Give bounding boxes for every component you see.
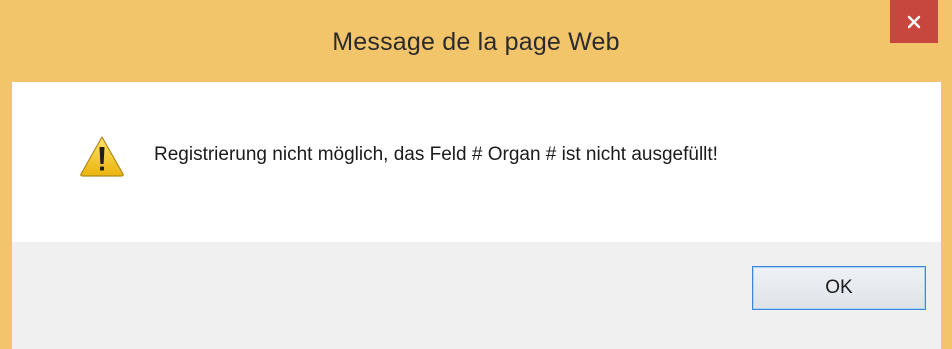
button-bar: OK bbox=[12, 242, 941, 349]
message-area: Registrierung nicht möglich, das Feld # … bbox=[12, 82, 941, 242]
warning-icon bbox=[80, 136, 124, 177]
message-text: Registrierung nicht möglich, das Feld # … bbox=[154, 144, 718, 165]
ok-button[interactable]: OK bbox=[752, 266, 926, 310]
dialog-content: Registrierung nicht möglich, das Feld # … bbox=[12, 82, 941, 349]
window-title: Message de la page Web bbox=[332, 28, 620, 56]
close-button[interactable] bbox=[890, 0, 938, 43]
message-dialog: Message de la page Web Registrierung nic… bbox=[0, 0, 952, 349]
title-bar[interactable]: Message de la page Web bbox=[0, 0, 952, 82]
close-icon bbox=[907, 15, 921, 28]
